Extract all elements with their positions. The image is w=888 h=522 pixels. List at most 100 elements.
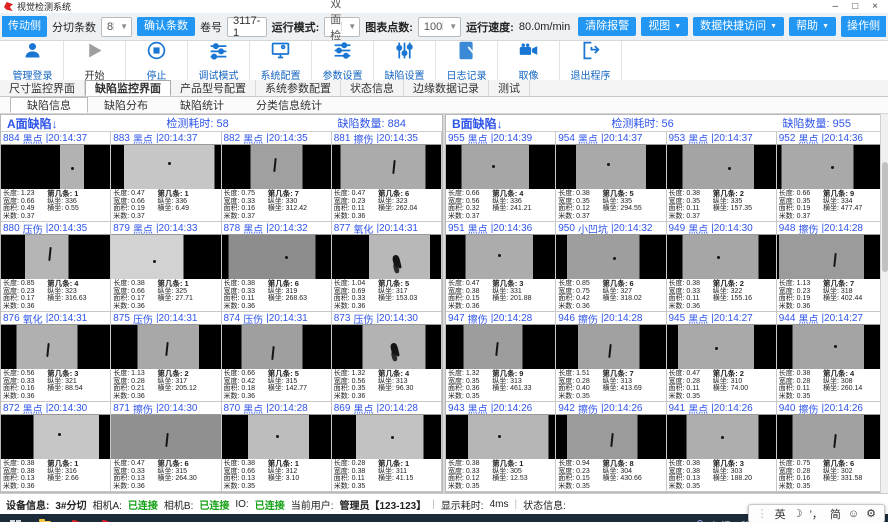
chart-points-select[interactable]: 100▼: [418, 17, 461, 37]
file-explorer-button[interactable]: [30, 514, 60, 522]
defect-cell[interactable]: 877 氧化 |20:14:31 长度: 1.04 宽度: 0.69 面积: 0…: [332, 222, 442, 312]
defect-mark: [71, 167, 74, 170]
clear-alarm-button[interactable]: 清除报警: [578, 17, 636, 36]
defect-cell[interactable]: 870 黑点 |20:14:28 长度: 0.38 宽度: 0.66 面积: 0…: [222, 402, 332, 492]
action-defect-button[interactable]: 缺陷设置: [374, 41, 436, 80]
width-value: 0.33: [241, 198, 255, 205]
tab-5[interactable]: 边缘数据记录: [404, 80, 489, 96]
action-debug-button[interactable]: 调试模式: [188, 41, 250, 80]
help-menu-button[interactable]: 帮助▼: [789, 17, 836, 36]
defect-cell[interactable]: 940 擦伤 |20:14:26 长度: 0.75 宽度: 0.28 面积: 0…: [777, 402, 887, 492]
subtab-2[interactable]: 缺陷统计: [164, 97, 240, 113]
operator-side-button[interactable]: 操作侧: [841, 16, 886, 37]
action-exit-button[interactable]: 退出程序: [560, 41, 622, 80]
ime-grip-handle[interactable]: ⋮: [757, 507, 768, 520]
action-play-button[interactable]: 开始: [64, 41, 126, 80]
defect-cell[interactable]: 876 氧化 |20:14:31 长度: 0.56 宽度: 0.33 面积: 0…: [1, 312, 111, 402]
xcoord-value: 157.35: [731, 205, 752, 212]
slit-count-select[interactable]: 8▼: [101, 17, 132, 37]
defect-cell[interactable]: 943 黑点 |20:14:26 长度: 0.38 宽度: 0.33 面积: 0…: [446, 402, 556, 492]
ime-simplified-toggle[interactable]: 简: [830, 506, 841, 522]
tab-4[interactable]: 状态信息: [341, 80, 404, 96]
length-value: 0.38: [576, 190, 590, 197]
defect-cell[interactable]: 942 擦伤 |20:14:26 长度: 0.94 宽度: 0.23 面积: 0…: [556, 402, 666, 492]
defect-cell[interactable]: 953 黑点 |20:14:37 长度: 0.38 宽度: 0.35 面积: 0…: [667, 132, 777, 222]
defect-cell[interactable]: 883 黑点 |20:14:37 长度: 0.47 宽度: 0.66 面积: 0…: [111, 132, 221, 222]
defect-cell-header: 955 黑点 |20:14:39: [446, 132, 555, 145]
ime-fullwidth-icon[interactable]: ☽: [793, 507, 803, 520]
defect-cell[interactable]: 869 黑点 |20:14:28 长度: 0.28 宽度: 0.38 面积: 0…: [332, 402, 442, 492]
close-button[interactable]: ×: [872, 2, 878, 12]
ycoord-label: 纵坐:: [823, 288, 839, 295]
ime-settings-icon[interactable]: ⚙: [866, 507, 876, 520]
subtab-1[interactable]: 缺陷分布: [88, 97, 164, 113]
weather-widget[interactable]: 气温下降: [711, 518, 751, 522]
inspection-app-task-2[interactable]: [90, 514, 120, 522]
vertical-scrollbar[interactable]: [880, 114, 888, 493]
tab-0[interactable]: 尺寸监控界面: [0, 80, 85, 96]
defect-cell[interactable]: 955 黑点 |20:14:39 长度: 0.66 宽度: 0.56 面积: 0…: [446, 132, 556, 222]
subtab-0[interactable]: 缺陷信息: [10, 97, 88, 113]
defect-cell[interactable]: 884 黑点 |20:14:37 长度: 1.23 宽度: 0.66 面积: 0…: [1, 132, 111, 222]
defect-cell[interactable]: 871 擦伤 |20:14:30 长度: 0.47 宽度: 0.33 面积: 0…: [111, 402, 221, 492]
defect-cell[interactable]: 948 擦伤 |20:14:28 长度: 1.13 宽度: 0.23 面积: 0…: [777, 222, 887, 312]
ycoord-label: 纵坐:: [268, 468, 284, 475]
data-quick-access-menu-button[interactable]: 数据快捷访问▼: [693, 17, 784, 36]
ime-language-bar[interactable]: ⋮ 英 ☽ ’， 简 ☺ ⚙: [748, 504, 885, 522]
defect-cell[interactable]: 875 压伤 |20:14:31 长度: 1.13 宽度: 0.28 面积: 0…: [111, 312, 221, 402]
action-params-button[interactable]: 参数设置: [312, 41, 374, 80]
area-label: 面积:: [558, 205, 574, 212]
defect-cell[interactable]: 872 黑点 |20:14:30 长度: 0.38 宽度: 0.38 面积: 0…: [1, 402, 111, 492]
panel-title[interactable]: B面缺陷↓: [452, 115, 503, 132]
defect-cell[interactable]: 878 黑点 |20:14:32 长度: 0.38 宽度: 0.33 面积: 0…: [222, 222, 332, 312]
subtab-3[interactable]: 分类信息统计: [240, 97, 338, 113]
action-capture-button[interactable]: 取像: [498, 41, 560, 80]
defect-cell[interactable]: 944 黑点 |20:14:27 长度: 0.38 宽度: 0.28 面积: 0…: [777, 312, 887, 402]
area-value: 0.12: [466, 475, 480, 482]
ycoord-label: 纵坐:: [492, 468, 508, 475]
roll-number-input[interactable]: 3117-1: [227, 17, 267, 37]
action-user-button[interactable]: 管理登录: [2, 41, 64, 80]
ycoord-value: 325: [175, 288, 187, 295]
panel-title[interactable]: A面缺陷↓: [7, 115, 58, 132]
defect-cell[interactable]: 941 黑点 |20:14:26 长度: 0.38 宽度: 0.38 面积: 0…: [667, 402, 777, 492]
inspection-app-task-1[interactable]: [60, 514, 90, 522]
width-label: 宽度:: [669, 378, 685, 385]
defect-cell[interactable]: 947 擦伤 |20:14:28 长度: 1.32 宽度: 0.35 面积: 0…: [446, 312, 556, 402]
ime-punctuation-icon[interactable]: ’，: [809, 506, 822, 522]
action-system-button[interactable]: 系统配置: [250, 41, 312, 80]
defect-cell[interactable]: 880 压伤 |20:14:35 长度: 0.85 宽度: 0.23 面积: 0…: [1, 222, 111, 312]
action-stop-button[interactable]: 停止: [126, 41, 188, 80]
width-label: 宽度:: [334, 198, 350, 205]
action-log-button[interactable]: 日志记录: [436, 41, 498, 80]
defect-cell[interactable]: 952 黑点 |20:14:36 长度: 0.66 宽度: 0.35 面积: 0…: [777, 132, 887, 222]
defect-cell[interactable]: 950 小凹坑 |20:14:32 长度: 0.85 宽度: 0.75 面积: …: [556, 222, 666, 312]
tab-6[interactable]: 测试: [489, 80, 530, 96]
maximize-button[interactable]: □: [852, 2, 858, 12]
defect-cell[interactable]: 874 压伤 |20:14:31 长度: 0.66 宽度: 0.42 面积: 0…: [222, 312, 332, 402]
chevron-down-icon: ▼: [341, 22, 356, 31]
defect-cell[interactable]: 954 黑点 |20:14:37 长度: 0.38 宽度: 0.35 面积: 0…: [556, 132, 666, 222]
tab-2[interactable]: 产品型号配置: [171, 80, 256, 96]
minimize-button[interactable]: –: [833, 2, 839, 12]
run-mode-select[interactable]: 双面检测▼: [324, 17, 360, 37]
tab-3[interactable]: 系统参数配置: [256, 80, 341, 96]
system-icon: [270, 40, 291, 66]
defect-cell[interactable]: 949 黑点 |20:14:30 长度: 0.38 宽度: 0.33 面积: 0…: [667, 222, 777, 312]
ime-lang-toggle[interactable]: 英: [775, 506, 786, 522]
tab-1[interactable]: 缺陷监控界面: [85, 80, 171, 96]
defect-cell[interactable]: 882 黑点 |20:14:35 长度: 0.75 宽度: 0.33 面积: 0…: [222, 132, 332, 222]
start-button[interactable]: [0, 514, 30, 522]
defect-cell[interactable]: 879 黑点 |20:14:33 长度: 0.38 宽度: 0.66 面积: 0…: [111, 222, 221, 312]
defect-cell[interactable]: 945 黑点 |20:14:27 长度: 0.47 宽度: 0.28 面积: 0…: [667, 312, 777, 402]
drive-side-button[interactable]: 传动侧: [2, 16, 47, 37]
defect-cell[interactable]: 946 擦伤 |20:14:28 长度: 1.51 宽度: 0.28 面积: 0…: [556, 312, 666, 402]
ime-emoji-icon[interactable]: ☺: [848, 508, 859, 520]
ycoord-label: 纵坐:: [378, 378, 394, 385]
confirm-count-button[interactable]: 确认条数: [137, 17, 195, 36]
defect-cell[interactable]: 881 擦伤 |20:14:35 长度: 0.47 宽度: 0.23 面积: 0…: [332, 132, 442, 222]
defect-cell[interactable]: 873 压伤 |20:14:30 长度: 1.32 宽度: 0.56 面积: 0…: [332, 312, 442, 402]
view-menu-button[interactable]: 视图▼: [641, 17, 688, 36]
scrollbar-thumb[interactable]: [882, 162, 888, 272]
defect-cell[interactable]: 951 黑点 |20:14:36 长度: 0.47 宽度: 0.38 面积: 0…: [446, 222, 556, 312]
